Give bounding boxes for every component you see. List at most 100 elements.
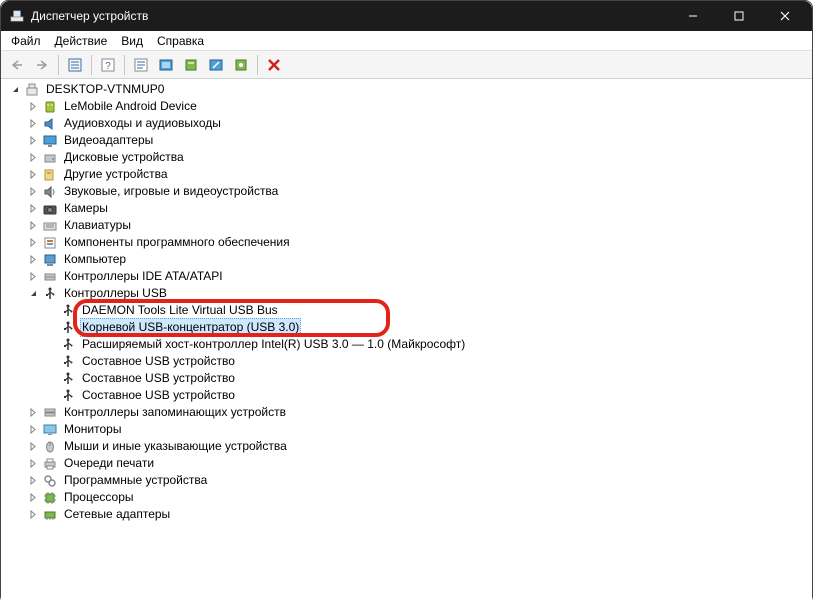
tree-item-label: LeMobile Android Device: [62, 98, 199, 115]
properties-button[interactable]: [129, 54, 153, 76]
chevron-down-icon[interactable]: [9, 83, 22, 96]
tree-category[interactable]: Звуковые, игровые и видеоустройства: [5, 183, 812, 200]
tree-device[interactable]: Корневой USB-концентратор (USB 3.0): [5, 319, 812, 336]
chevron-right-icon[interactable]: [27, 474, 40, 487]
chevron-down-icon[interactable]: [27, 287, 40, 300]
tree-category[interactable]: Контроллеры IDE ATA/ATAPI: [5, 268, 812, 285]
tree-category[interactable]: Компьютер: [5, 251, 812, 268]
tree-category[interactable]: Процессоры: [5, 489, 812, 506]
tree-category[interactable]: Контроллеры запоминающих устройств: [5, 404, 812, 421]
tree-category[interactable]: Мониторы: [5, 421, 812, 438]
chevron-right-icon[interactable]: [27, 100, 40, 113]
titlebar: Диспетчер устройств: [1, 1, 812, 31]
chevron-right-icon[interactable]: [27, 219, 40, 232]
minimize-button[interactable]: [670, 1, 716, 31]
menu-file[interactable]: Файл: [5, 33, 47, 49]
tree-item-label: Дисковые устройства: [62, 149, 186, 166]
chevron-right-icon[interactable]: [27, 423, 40, 436]
chevron-right-icon[interactable]: [27, 440, 40, 453]
root-icon: [24, 82, 40, 98]
tree-item-label: Процессоры: [62, 489, 136, 506]
other-icon: [42, 167, 58, 183]
sound-icon: [42, 184, 58, 200]
tree-category[interactable]: Камеры: [5, 200, 812, 217]
app-icon: [9, 8, 25, 24]
back-button[interactable]: [5, 54, 29, 76]
chevron-right-icon[interactable]: [27, 491, 40, 504]
tree-category[interactable]: Мыши и иные указывающие устройства: [5, 438, 812, 455]
tree-category[interactable]: Контроллеры USB: [5, 285, 812, 302]
menubar: Файл Действие Вид Справка: [1, 31, 812, 51]
tree-device[interactable]: DAEMON Tools Lite Virtual USB Bus: [5, 302, 812, 319]
scan-button[interactable]: [229, 54, 253, 76]
chevron-right-icon[interactable]: [27, 406, 40, 419]
uninstall-button[interactable]: [179, 54, 203, 76]
tree-category[interactable]: Клавиатуры: [5, 217, 812, 234]
toolbar-separator: [124, 55, 125, 75]
chevron-right-icon[interactable]: [27, 236, 40, 249]
delete-button[interactable]: [262, 54, 286, 76]
tree-item-label: Сетевые адаптеры: [62, 506, 172, 523]
tree-category[interactable]: Программные устройства: [5, 472, 812, 489]
tree-category[interactable]: Дисковые устройства: [5, 149, 812, 166]
software2-icon: [42, 473, 58, 489]
chevron-right-icon[interactable]: [27, 185, 40, 198]
toolbar-separator: [58, 55, 59, 75]
chevron-right-icon[interactable]: [27, 202, 40, 215]
menu-view[interactable]: Вид: [115, 33, 149, 49]
tree-category[interactable]: Очереди печати: [5, 455, 812, 472]
usb-icon: [60, 354, 76, 370]
tree-category[interactable]: Видеоадаптеры: [5, 132, 812, 149]
tree-item-label: Программные устройства: [62, 472, 209, 489]
tree-item-label: Очереди печати: [62, 455, 156, 472]
tree-device[interactable]: Расширяемый хост-контроллер Intel(R) USB…: [5, 336, 812, 353]
chevron-right-icon[interactable]: [27, 457, 40, 470]
chevron-right-icon[interactable]: [27, 270, 40, 283]
device-tree[interactable]: DESKTOP-VTNMUP0LeMobile Android DeviceАу…: [1, 79, 812, 605]
tree-item-label: Видеоадаптеры: [62, 132, 155, 149]
tree-item-label: Контроллеры USB: [62, 285, 169, 302]
tree-category[interactable]: Аудиовходы и аудиовыходы: [5, 115, 812, 132]
chevron-right-icon[interactable]: [27, 117, 40, 130]
tree-item-label: Мониторы: [62, 421, 123, 438]
update-driver-button[interactable]: [154, 54, 178, 76]
menu-action[interactable]: Действие: [49, 33, 114, 49]
chevron-right-icon[interactable]: [27, 253, 40, 266]
tree-item-label: Составное USB устройство: [80, 370, 237, 387]
tree-category[interactable]: Компоненты программного обеспечения: [5, 234, 812, 251]
monitor-icon: [42, 422, 58, 438]
chevron-right-icon[interactable]: [27, 151, 40, 164]
tree-category[interactable]: Сетевые адаптеры: [5, 506, 812, 523]
android-icon: [42, 99, 58, 115]
tree-item-label: Контроллеры IDE ATA/ATAPI: [62, 268, 225, 285]
tree-item-label: DESKTOP-VTNMUP0: [44, 81, 166, 98]
tree-item-label: Составное USB устройство: [80, 353, 237, 370]
software-icon: [42, 235, 58, 251]
disk-icon: [42, 150, 58, 166]
maximize-button[interactable]: [716, 1, 762, 31]
tree-category[interactable]: LeMobile Android Device: [5, 98, 812, 115]
tree-device[interactable]: Составное USB устройство: [5, 353, 812, 370]
tree-root[interactable]: DESKTOP-VTNMUP0: [5, 81, 812, 98]
forward-button[interactable]: [30, 54, 54, 76]
toolbar-separator: [257, 55, 258, 75]
tree-item-label: DAEMON Tools Lite Virtual USB Bus: [80, 302, 280, 319]
chevron-right-icon[interactable]: [27, 508, 40, 521]
tree-item-label: Расширяемый хост-контроллер Intel(R) USB…: [80, 336, 467, 353]
usb-icon: [42, 286, 58, 302]
tree-device[interactable]: Составное USB устройство: [5, 387, 812, 404]
disable-button[interactable]: [204, 54, 228, 76]
menu-help[interactable]: Справка: [151, 33, 210, 49]
close-button[interactable]: [762, 1, 808, 31]
tree-item-label: Компоненты программного обеспечения: [62, 234, 292, 251]
chevron-right-icon[interactable]: [27, 134, 40, 147]
usb-icon: [60, 337, 76, 353]
tree-item-label: Камеры: [62, 200, 110, 217]
tree-category[interactable]: Другие устройства: [5, 166, 812, 183]
keyboard-icon: [42, 218, 58, 234]
tree-item-label: Мыши и иные указывающие устройства: [62, 438, 289, 455]
chevron-right-icon[interactable]: [27, 168, 40, 181]
show-hide-tree-button[interactable]: [63, 54, 87, 76]
tree-device[interactable]: Составное USB устройство: [5, 370, 812, 387]
help-button[interactable]: ?: [96, 54, 120, 76]
